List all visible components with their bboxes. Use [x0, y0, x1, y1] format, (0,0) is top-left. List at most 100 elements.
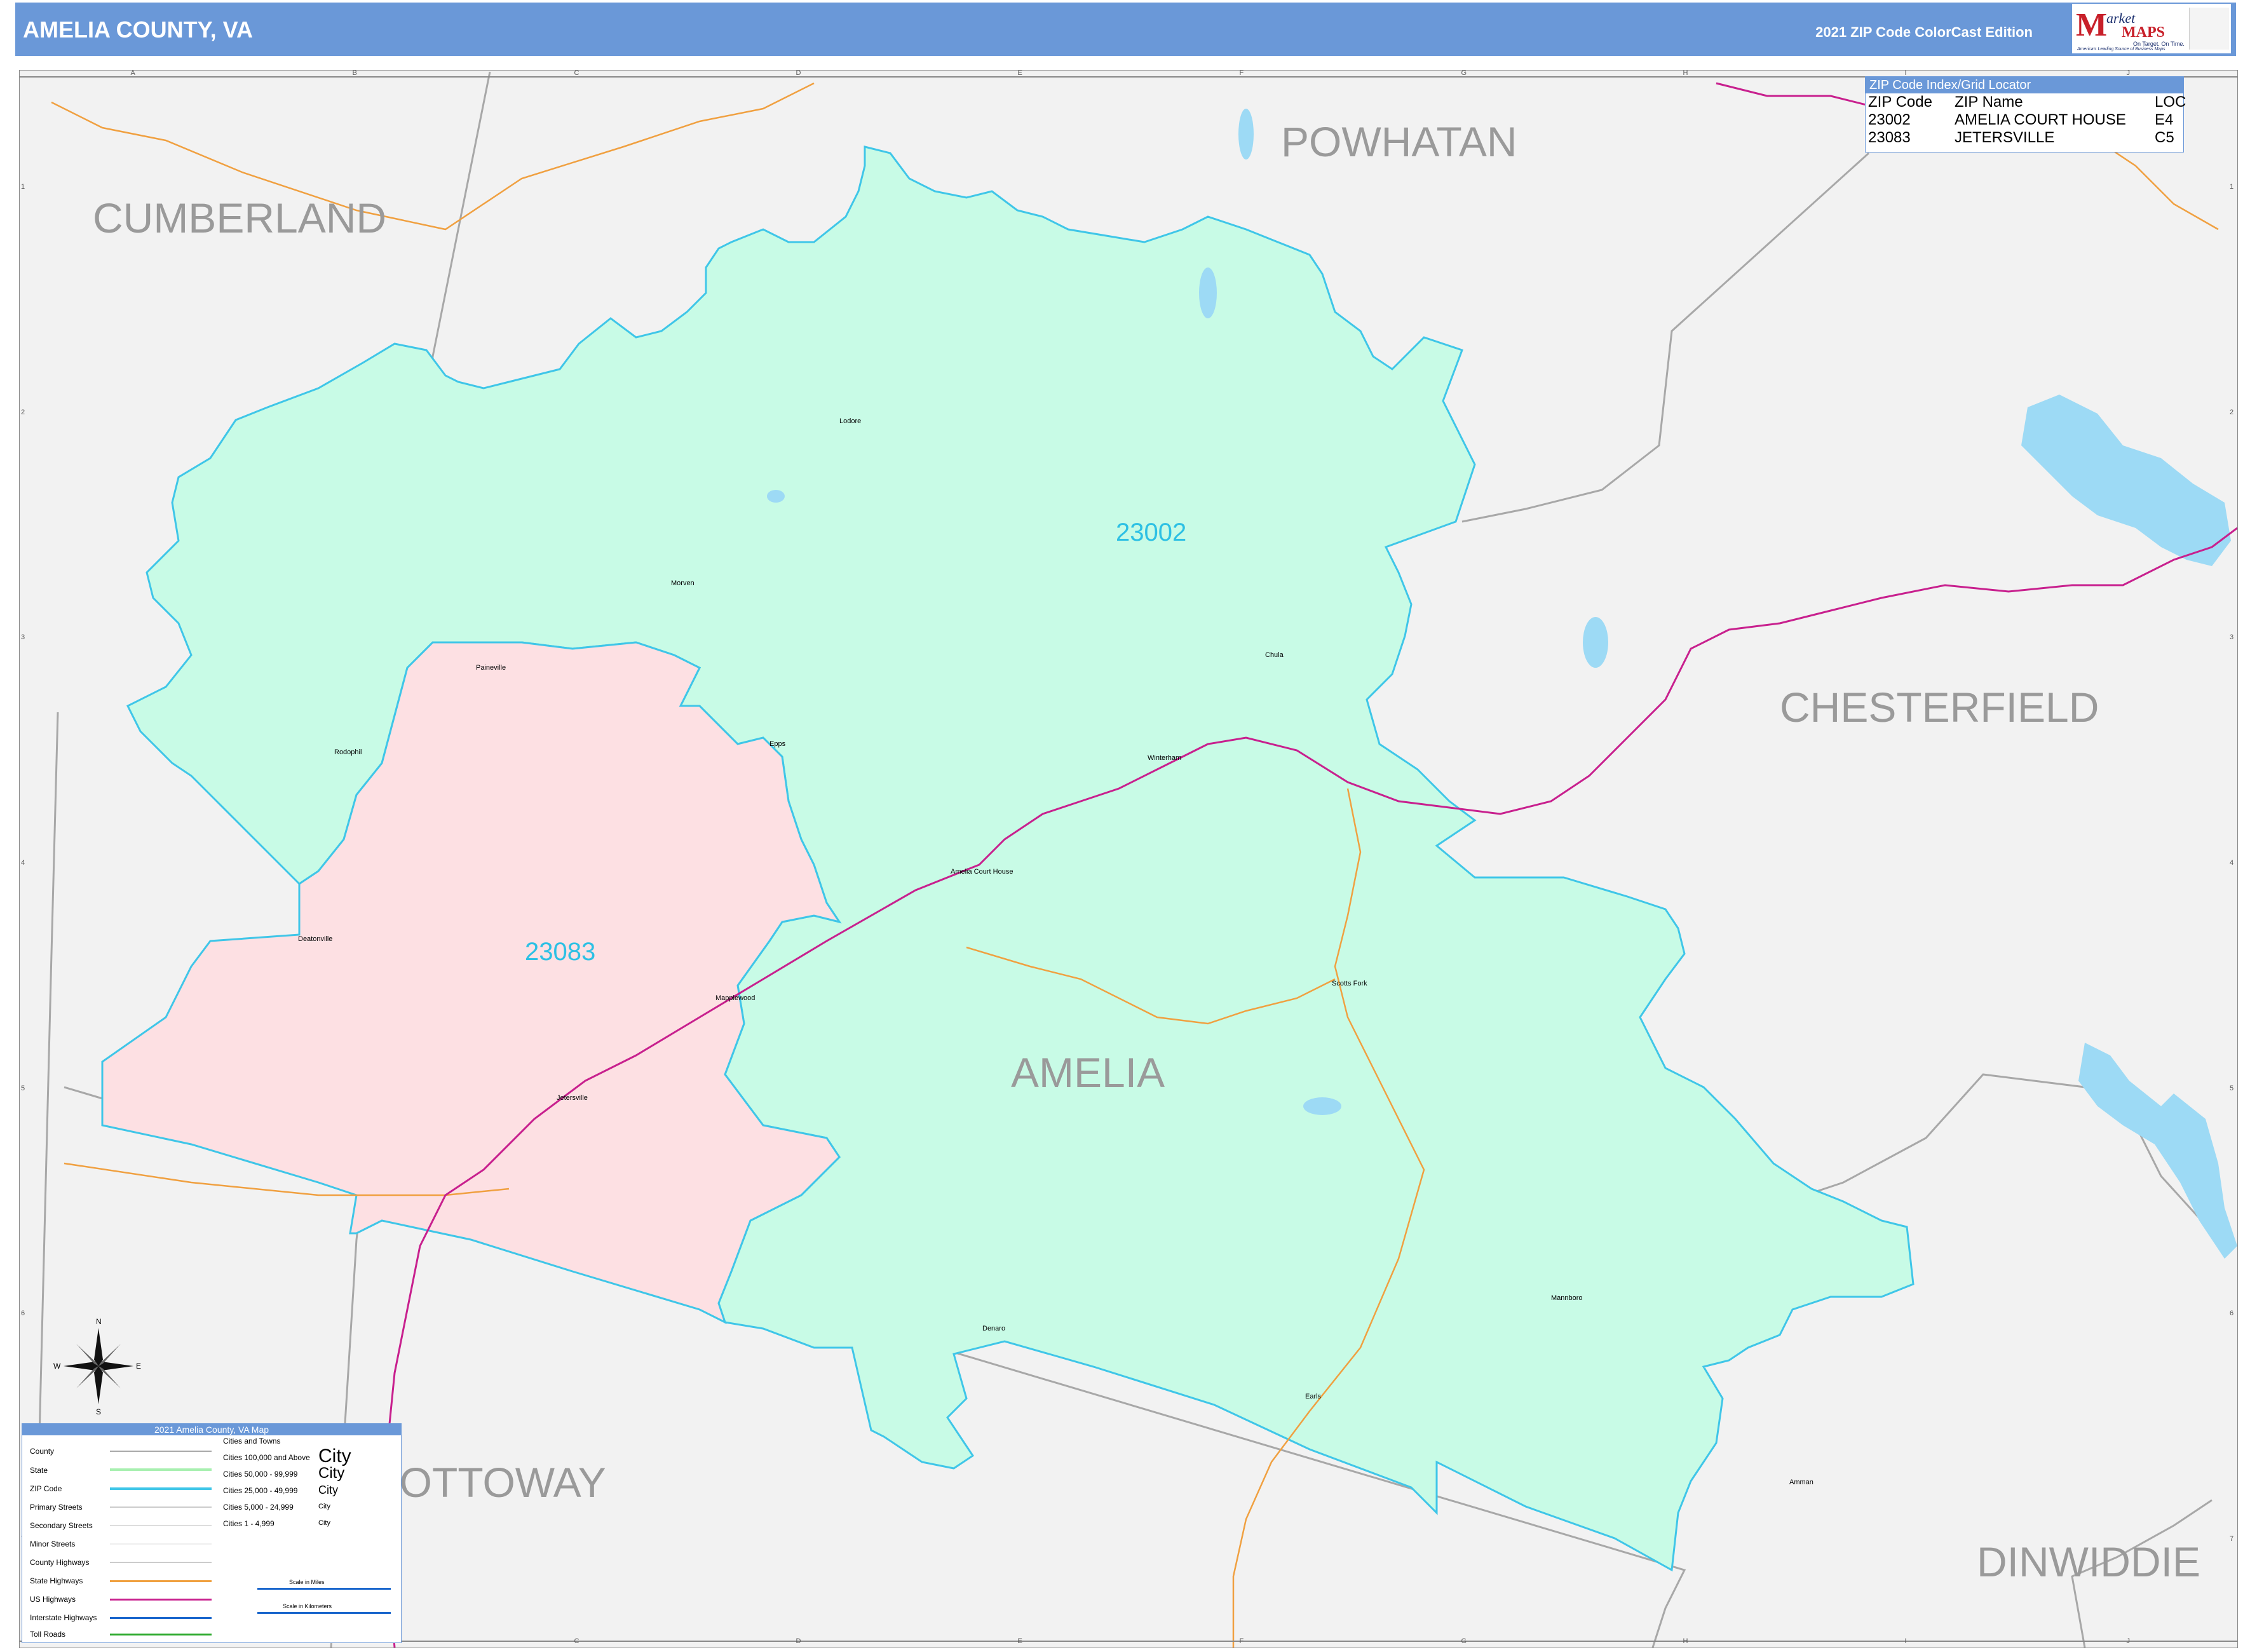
map-canvas[interactable]: CUMBERLAND POWHATAN CHESTERFIELD AMELIA … — [20, 71, 2237, 1648]
place-denaro: Denaro — [982, 1325, 1005, 1332]
map-frame[interactable]: CUMBERLAND POWHATAN CHESTERFIELD AMELIA … — [19, 69, 2238, 1648]
grid-column-label: D — [796, 1637, 801, 1645]
place-rodophil: Rodophil — [334, 748, 362, 756]
legend-title: 2021 Amelia County, VA Map — [22, 1424, 401, 1435]
legend-city-sample: City — [318, 1503, 330, 1510]
zip-index-cell-name: JETERSVILLE — [1955, 129, 2055, 146]
legend-swatch-toll — [110, 1634, 212, 1635]
place-lodore: Lodore — [839, 417, 861, 425]
place-mapplewood: Mapplewood — [715, 994, 755, 1002]
place-paineville: Paineville — [476, 664, 506, 672]
legend-scale-miles: Scale in Miles — [289, 1579, 325, 1585]
market-maps-logo: M arket MAPS On Target. On Time. America… — [2072, 4, 2231, 53]
county-label-chesterfield: CHESTERFIELD — [1780, 684, 2099, 731]
legend-swatch-county-hwy — [110, 1562, 212, 1563]
grid-row-label: 5 — [21, 1084, 25, 1092]
grid-row-label: 2 — [21, 408, 25, 416]
legend-item-toll: Toll Roads — [30, 1630, 66, 1639]
legend-item-secondary: Secondary Streets — [30, 1521, 93, 1530]
compass-s: S — [96, 1407, 101, 1416]
legend-item-zip: ZIP Code — [30, 1484, 62, 1493]
legend-item-minor: Minor Streets — [30, 1540, 76, 1548]
zip-index-row: 23083 JETERSVILLE C5 — [1866, 129, 2183, 147]
legend-scale-km: Scale in Kilometers — [283, 1603, 332, 1609]
legend-item-county-hwy: County Highways — [30, 1558, 90, 1567]
map-legend: 2021 Amelia County, VA Map County State … — [22, 1423, 402, 1643]
pond-powhatan — [1238, 109, 1254, 159]
place-earls: Earls — [1305, 1393, 1322, 1400]
place-winterham: Winterham — [1148, 754, 1181, 762]
place-jetersville: Jetersville — [557, 1094, 588, 1102]
zip-label-23002: 23002 — [1116, 518, 1186, 546]
grid-column-label: H — [1683, 69, 1688, 77]
county-label-amelia: AMELIA — [1011, 1049, 1165, 1096]
place-chula: Chula — [1265, 651, 1284, 659]
pond-amelia-1 — [1199, 267, 1217, 318]
grid-column-label: A — [130, 69, 135, 77]
legend-item-county: County — [30, 1447, 55, 1456]
grid-row-label: 1 — [21, 183, 25, 191]
county-label-dinwiddie: DINWIDDIE — [1977, 1538, 2200, 1585]
zip-index-title: ZIP Code Index/Grid Locator — [1866, 77, 2183, 93]
legend-city-class: Cities 25,000 - 49,999 — [223, 1486, 298, 1495]
place-epps: Epps — [769, 740, 786, 748]
logo-tagline: On Target. On Time. — [2133, 41, 2185, 47]
place-scotts-fork: Scotts Fork — [1332, 980, 1367, 987]
zip-index-cell-loc: E4 — [2155, 111, 2174, 128]
zip-index-cell-zip: 23083 — [1868, 129, 1911, 146]
place-deatonville: Deatonville — [298, 935, 332, 943]
legend-city-sample: City — [318, 1446, 351, 1466]
grid-column-label: B — [352, 69, 357, 77]
grid-row-label: 1 — [2230, 183, 2234, 191]
grid-column-label: F — [1239, 69, 1244, 77]
legend-city-sample: City — [318, 1484, 338, 1496]
grid-column-label: E — [1017, 69, 1022, 77]
grid-column-label: G — [1461, 1637, 1467, 1645]
place-amman: Amman — [1789, 1479, 1813, 1486]
zip-index-header-name: ZIP Name — [1955, 93, 2023, 111]
county-label-nottoway: NOTTOWAY — [369, 1459, 606, 1506]
grid-row-label: 3 — [2230, 633, 2234, 642]
zip-index-cell-zip: 23002 — [1868, 111, 1911, 128]
pond-amelia-2 — [1303, 1097, 1341, 1115]
zip-index-header-loc: LOC — [2155, 93, 2186, 111]
legend-city-class: Cities 1 - 4,999 — [223, 1519, 274, 1528]
compass-n: N — [96, 1317, 102, 1326]
logo-subtagline: America's Leading Source of Business Map… — [2077, 47, 2165, 51]
grid-row-label: 6 — [2230, 1310, 2234, 1318]
zip-index-cell-loc: C5 — [2155, 129, 2174, 146]
legend-swatch-us-hwy — [110, 1599, 212, 1601]
grid-row-label: 2 — [2230, 408, 2234, 416]
grid-column-label: D — [796, 69, 801, 77]
legend-city-class: Cities 50,000 - 99,999 — [223, 1470, 298, 1479]
place-amelia-court-house: Amelia Court House — [951, 868, 1013, 876]
zip-index-table: ZIP Code Index/Grid Locator ZIP Code ZIP… — [1865, 76, 2186, 152]
grid-column-label: H — [1683, 1637, 1688, 1645]
place-morven: Morven — [671, 579, 695, 587]
zip-label-23083: 23083 — [525, 938, 595, 966]
zip-index-header-row: ZIP Code ZIP Name LOC — [1866, 93, 2186, 111]
legend-city-class: Cities 100,000 and Above — [223, 1453, 310, 1462]
legend-swatch-state — [110, 1468, 212, 1471]
header-bar: AMELIA COUNTY, VA 2021 ZIP Code ColorCas… — [15, 3, 2236, 56]
pond-chesterfield — [1583, 617, 1608, 668]
logo-brand-part2: MAPS — [2122, 24, 2165, 41]
legend-city-sample: City — [318, 1519, 330, 1527]
grid-row-label: 7 — [2230, 1534, 2234, 1543]
logo-contact-block — [2189, 8, 2229, 50]
legend-swatch-county — [110, 1451, 212, 1452]
legend-cities-heading: Cities and Towns — [223, 1437, 281, 1446]
legend-swatch-secondary — [110, 1525, 212, 1526]
zip-index-header-zip: ZIP Code — [1868, 93, 1932, 111]
legend-item-us-hwy: US Highways — [30, 1595, 76, 1604]
grid-row-label: 4 — [2230, 859, 2234, 867]
grid-column-label: I — [1904, 1637, 1907, 1645]
legend-swatch-interstate — [110, 1617, 212, 1619]
grid-row-label: 3 — [21, 633, 25, 642]
pond-amelia-3 — [767, 490, 785, 503]
legend-city-class: Cities 5,000 - 24,999 — [223, 1503, 294, 1512]
compass-rose-icon: N S E W — [53, 1317, 141, 1416]
grid-column-label: G — [1461, 69, 1467, 77]
legend-swatch-primary — [110, 1506, 212, 1508]
compass-e: E — [136, 1362, 141, 1371]
